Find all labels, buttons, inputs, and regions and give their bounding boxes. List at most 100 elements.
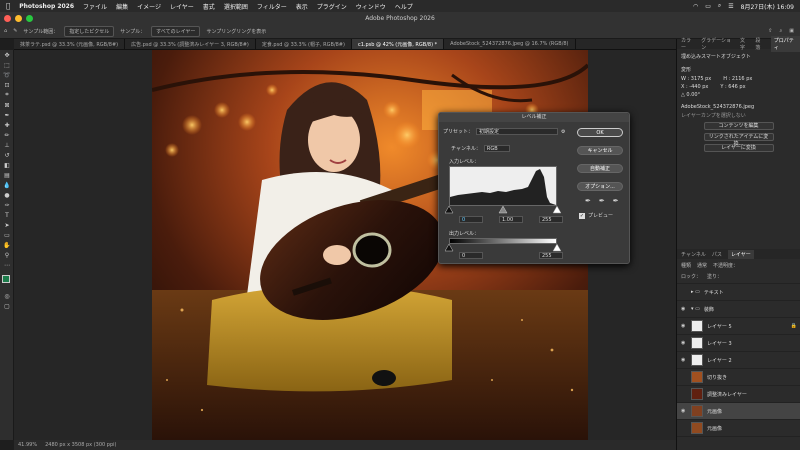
auto-button[interactable]: 自動補正 bbox=[577, 164, 623, 173]
shape-tool-icon[interactable]: ▭ bbox=[2, 230, 12, 240]
gradient-tool-icon[interactable]: ▤ bbox=[2, 170, 12, 180]
crop-tool-icon[interactable]: ⌗ bbox=[2, 90, 12, 100]
layer-filter-select[interactable]: 種類 bbox=[681, 262, 691, 269]
healing-brush-icon[interactable]: ✚ bbox=[2, 120, 12, 130]
eyedropper-tool-icon[interactable]: ✎ bbox=[13, 28, 17, 34]
pen-tool-icon[interactable]: ✑ bbox=[2, 200, 12, 210]
search-icon[interactable]: ⌕ bbox=[718, 2, 721, 10]
x-field[interactable]: X : -440 px bbox=[681, 84, 708, 90]
home-icon[interactable]: ⌂ bbox=[4, 28, 7, 34]
black-eyedropper-icon[interactable]: ✒ bbox=[585, 197, 591, 205]
path-select-icon[interactable]: ➤ bbox=[2, 220, 12, 230]
layer-row[interactable]: ▸ ▭ テキスト bbox=[677, 284, 800, 301]
tab-paragraph[interactable]: 段落 bbox=[755, 37, 764, 51]
eraser-tool-icon[interactable]: ◧ bbox=[2, 160, 12, 170]
gray-eyedropper-icon[interactable]: ✒ bbox=[599, 197, 605, 205]
zoom-level[interactable]: 41.99% bbox=[18, 442, 37, 448]
visibility-icon[interactable]: ◉ bbox=[681, 357, 687, 363]
clock[interactable]: 8月27日(木) 16:09 bbox=[741, 2, 794, 11]
preset-select[interactable]: 初期設定 bbox=[476, 128, 559, 135]
menu-filter[interactable]: フィルター bbox=[257, 2, 287, 11]
layer-row-selected[interactable]: ◉ 元画像 bbox=[677, 403, 800, 420]
tab-c1[interactable]: c1.psb @ 42% (元画像, RGB/8) * bbox=[351, 39, 445, 49]
tab-ad[interactable]: 広告.psd @ 33.3% (調整済みレイヤー 3, RGB/8#) bbox=[125, 39, 256, 49]
tab-channels[interactable]: チャンネル bbox=[681, 251, 706, 258]
tab-paths[interactable]: パス bbox=[712, 251, 722, 258]
tab-layers[interactable]: レイヤー bbox=[727, 249, 754, 259]
lasso-tool-icon[interactable]: ➰ bbox=[2, 70, 12, 80]
layer-row[interactable]: 元画像 bbox=[677, 420, 800, 437]
edit-contents-button[interactable]: コンテンツを編集 bbox=[703, 122, 774, 130]
history-brush-icon[interactable]: ↺ bbox=[2, 150, 12, 160]
cancel-button[interactable]: キャンセル bbox=[577, 146, 623, 155]
white-eyedropper-icon[interactable]: ✒ bbox=[613, 197, 619, 205]
tab-gradient[interactable]: グラデーション bbox=[701, 37, 734, 51]
menu-help[interactable]: ヘルプ bbox=[395, 2, 413, 11]
visibility-icon[interactable]: ◉ bbox=[681, 408, 687, 414]
visibility-icon[interactable]: ◉ bbox=[681, 323, 687, 329]
input-black-field[interactable]: 0 bbox=[459, 216, 483, 223]
sample-size-select[interactable]: 指定したピクセル bbox=[64, 25, 115, 37]
width-field[interactable]: W : 3175 px bbox=[681, 76, 711, 82]
output-white-field[interactable]: 255 bbox=[539, 252, 563, 259]
object-select-tool-icon[interactable]: ⊡ bbox=[2, 80, 12, 90]
share-icon[interactable]: ⇧ bbox=[768, 28, 772, 34]
eyedropper-icon[interactable]: ✒ bbox=[2, 110, 12, 120]
input-sliders[interactable] bbox=[445, 206, 561, 214]
battery-icon[interactable]: ▭ bbox=[705, 3, 711, 10]
output-sliders[interactable] bbox=[445, 244, 561, 252]
menu-plugins[interactable]: プラグイン bbox=[317, 2, 347, 11]
menu-file[interactable]: ファイル bbox=[83, 2, 107, 11]
height-field[interactable]: H : 2116 px bbox=[723, 76, 752, 82]
menu-window[interactable]: ウィンドウ bbox=[356, 2, 386, 11]
screen-mode-icon[interactable]: ▢ bbox=[2, 301, 12, 311]
preset-options-icon[interactable]: ⚙ bbox=[561, 129, 565, 135]
zoom-tool-icon[interactable]: ⚲ bbox=[2, 250, 12, 260]
input-gamma-field[interactable]: 1.00 bbox=[499, 216, 523, 223]
control-center-icon[interactable]: ☰ bbox=[728, 3, 733, 10]
sampling-ring-checkbox[interactable]: サンプリングリングを表示 bbox=[206, 28, 266, 35]
quick-mask-icon[interactable]: ◎ bbox=[2, 291, 12, 301]
menu-type[interactable]: 書式 bbox=[203, 2, 215, 11]
layer-row[interactable]: ◉ レイヤー 5 🔒 bbox=[677, 318, 800, 335]
layer-row[interactable]: 切り抜き bbox=[677, 369, 800, 386]
preview-checkbox[interactable]: ✓ bbox=[579, 212, 585, 219]
convert-linked-button[interactable]: リンクされたアイテムに変換... bbox=[703, 133, 774, 147]
wifi-icon[interactable]: ◠ bbox=[693, 3, 698, 10]
dodge-tool-icon[interactable]: ● bbox=[2, 190, 12, 200]
menu-edit[interactable]: 編集 bbox=[116, 2, 128, 11]
channel-select[interactable]: RGB bbox=[483, 145, 510, 152]
menu-image[interactable]: イメージ bbox=[137, 2, 161, 11]
search-panel-icon[interactable]: ⌕ bbox=[779, 28, 782, 34]
visibility-icon[interactable]: ◉ bbox=[681, 340, 687, 346]
options-button[interactable]: オプション... bbox=[577, 182, 623, 191]
marquee-tool-icon[interactable]: ⬚ bbox=[2, 60, 12, 70]
color-swatches[interactable] bbox=[0, 273, 13, 291]
frame-tool-icon[interactable]: ⊠ bbox=[2, 100, 12, 110]
tab-color[interactable]: カラー bbox=[681, 37, 695, 51]
brush-tool-icon[interactable]: ✏ bbox=[2, 130, 12, 140]
blend-mode-select[interactable]: 通常 bbox=[697, 262, 707, 269]
layer-row[interactable]: ◉ レイヤー 3 bbox=[677, 335, 800, 352]
workspace-icon[interactable]: ▣ bbox=[789, 28, 794, 34]
convert-to-layers-button[interactable]: レイヤーに変換 bbox=[703, 144, 774, 152]
app-menu[interactable]: Photoshop 2026 bbox=[19, 3, 74, 10]
layer-row[interactable]: ◉ ▾ ▭ 装飾 bbox=[677, 301, 800, 318]
sample-layers-select[interactable]: すべてのレイヤー bbox=[151, 25, 201, 37]
move-tool-icon[interactable]: ✥ bbox=[2, 50, 12, 60]
hand-tool-icon[interactable]: ✋ bbox=[2, 240, 12, 250]
visibility-icon[interactable]: ◉ bbox=[681, 306, 687, 312]
output-black-field[interactable]: 0 bbox=[459, 252, 483, 259]
tab-character[interactable]: 文字 bbox=[740, 37, 749, 51]
y-field[interactable]: Y : 646 px bbox=[720, 84, 745, 90]
tab-properties[interactable]: プロパティ bbox=[770, 36, 800, 52]
type-tool-icon[interactable]: T bbox=[2, 210, 12, 220]
tab-matcha[interactable]: 抹茶ラテ.psd @ 33.3% (元画像, RGB/8#) bbox=[14, 39, 126, 49]
more-tools-icon[interactable]: ⋯ bbox=[2, 260, 12, 270]
layer-comp-select[interactable]: レイヤーカンプを選択しない bbox=[681, 112, 796, 119]
blur-tool-icon[interactable]: 💧 bbox=[2, 180, 12, 190]
menu-view[interactable]: 表示 bbox=[296, 2, 308, 11]
input-white-field[interactable]: 255 bbox=[539, 216, 563, 223]
layer-row[interactable]: ◉ レイヤー 2 bbox=[677, 352, 800, 369]
tab-adobestock[interactable]: AdobeStock_524372876.jpeg @ 16.7% (RGB/8… bbox=[444, 39, 576, 49]
